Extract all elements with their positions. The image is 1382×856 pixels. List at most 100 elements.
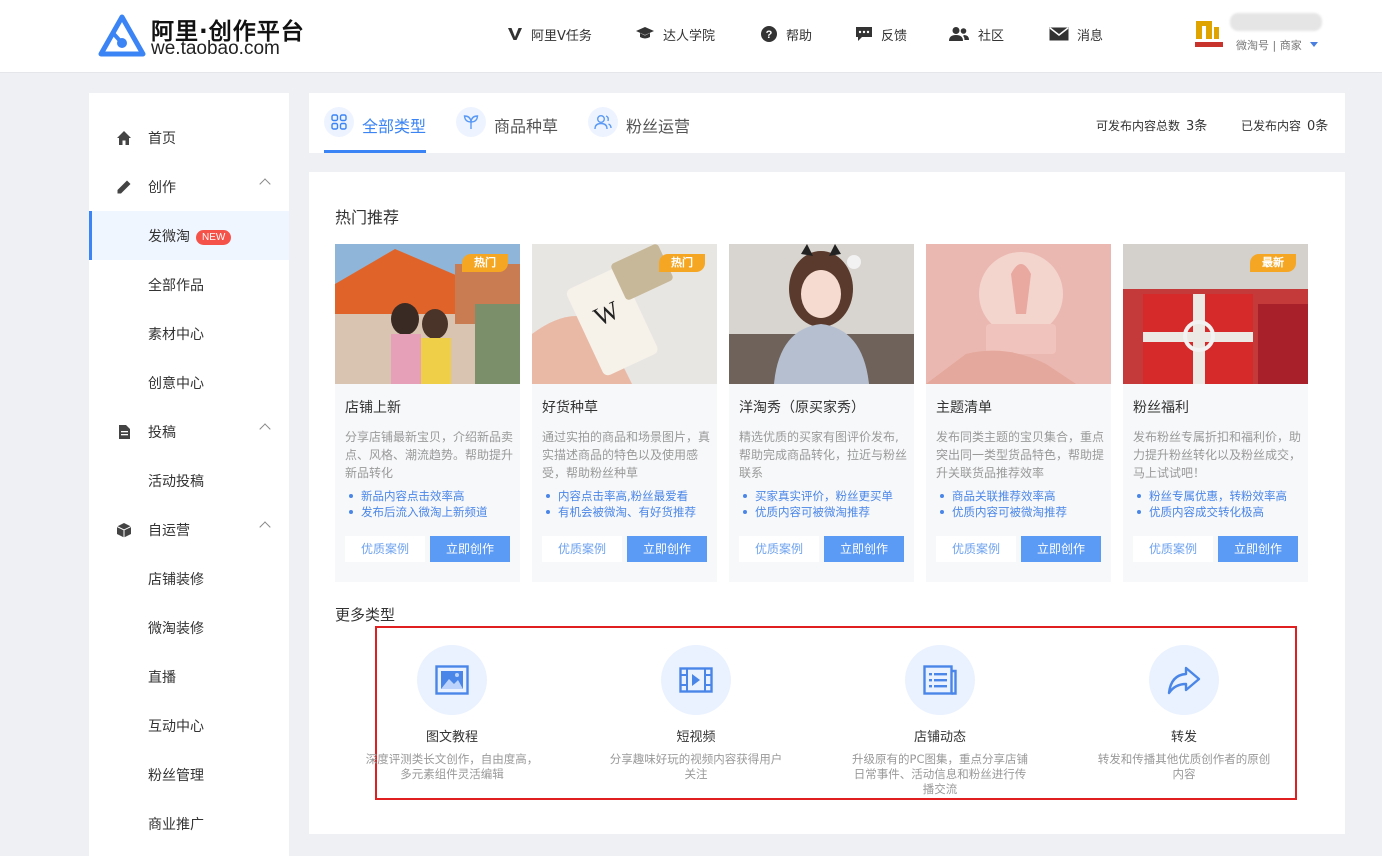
main-panel: 热门推荐 热门 店铺上新 分享店铺最新宝贝，介绍新品卖点、风格、潮流趋势。帮助提… [309, 172, 1345, 834]
card-bullets: 内容点击率高,粉丝最爱看 有机会被微淘、有好货推荐 [542, 488, 714, 520]
card-image: 热门 [335, 244, 520, 384]
nav-item-messages[interactable]: 消息 [1049, 22, 1103, 46]
card-bullet: 优质内容成交转化极高 [1133, 504, 1305, 520]
logo[interactable]: 阿里·创作平台 we.taobao.com [98, 12, 304, 60]
sidebar-item-create[interactable]: 创作 [89, 162, 289, 211]
user-name-redacted [1230, 13, 1322, 31]
card-description: 通过实拍的商品和场景图片，真实描述商品的特色以及使用感受，帮助粉丝种草 [542, 430, 711, 480]
card-bullets: 新品内容点击效率高 发布后流入微淘上新频道 [345, 488, 517, 520]
chevron-up-icon [259, 178, 271, 190]
chevron-up-icon [259, 521, 271, 533]
quality-case-button[interactable]: 优质案例 [739, 536, 819, 562]
box-icon [116, 523, 132, 538]
svg-text:?: ? [766, 29, 773, 41]
card-title: 洋淘秀（原买家秀） [739, 400, 865, 416]
document-icon [119, 425, 130, 439]
more-item-description: 深度评测类长文创作，自由度高，多元素组件灵活编辑 [365, 752, 539, 781]
more-item-image-tutorial[interactable]: 图文教程 深度评测类长文创作，自由度高，多元素组件灵活编辑 [352, 628, 552, 798]
card-fans-welfare: 最新 粉丝福利 发布粉丝专属折扣和福利价，助力提升粉丝转化以及粉丝成交，马上试试… [1123, 244, 1308, 582]
video-icon [661, 645, 731, 715]
sidebar-item-interaction-center[interactable]: 互动中心 [89, 701, 289, 750]
sidebar-item-weitao-decor[interactable]: 微淘装修 [89, 603, 289, 652]
sidebar-item-submit[interactable]: 投稿 [89, 407, 289, 456]
card-bullet: 有机会被微淘、有好货推荐 [542, 504, 714, 520]
quality-case-button[interactable]: 优质案例 [345, 536, 425, 562]
nav-label: 反馈 [881, 28, 908, 44]
sidebar: 首页 创作 发微淘 NEW 全部作品 素材中心 创意中心 投稿 活动投稿 自运营 … [89, 93, 289, 856]
more-item-short-video[interactable]: 短视频 分享趣味好玩的视频内容获得用户关注 [596, 628, 796, 798]
v-icon [508, 28, 522, 40]
users-icon [588, 107, 618, 137]
card-buyer-show: 洋淘秀（原买家秀） 精选优质的买家有图评价发布,帮助完成商品转化，拉近与粉丝联系… [729, 244, 914, 582]
create-now-button[interactable]: 立即创作 [1021, 536, 1101, 562]
nav-item-help[interactable]: ? 帮助 [760, 22, 812, 46]
sidebar-item-fans-management[interactable]: 粉丝管理 [89, 750, 289, 799]
sidebar-item-creative-center[interactable]: 创意中心 [89, 358, 289, 407]
create-now-button[interactable]: 立即创作 [430, 536, 510, 562]
type-tabs-bar: 全部类型 商品种草 粉丝运营 可发布内容总数 3条 已发布内容 0条 [309, 93, 1345, 153]
tab-all-types[interactable]: 全部类型 [324, 107, 426, 153]
top-header: 阿里·创作平台 we.taobao.com 阿里V任务 达人学院 ? 帮助 反馈… [0, 0, 1382, 73]
nav-label: 社区 [978, 28, 1005, 44]
sidebar-item-material-center[interactable]: 素材中心 [89, 309, 289, 358]
quality-case-button[interactable]: 优质案例 [542, 536, 622, 562]
nav-item-v-task[interactable]: 阿里V任务 [507, 22, 592, 46]
sidebar-item-home[interactable]: 首页 [89, 113, 289, 162]
publishable-count: 可发布内容总数 3条 [1096, 115, 1207, 134]
graduation-cap-icon [636, 27, 654, 39]
more-item-shop-dynamic[interactable]: 店铺动态 升级原有的PC图集，重点分享店铺日常事件、活动信息和粉丝进行传播交流 [840, 628, 1040, 798]
share-icon [1149, 645, 1219, 715]
sidebar-item-activity-submit[interactable]: 活动投稿 [89, 456, 289, 505]
pencil-icon [117, 180, 131, 194]
tab-label: 粉丝运营 [626, 117, 691, 136]
sidebar-item-shop-decor[interactable]: 店铺装修 [89, 554, 289, 603]
card-description: 发布同类主题的宝贝集合，重点突出同一类型货品特色，帮助提升关联货品推荐效率 [936, 430, 1105, 480]
sidebar-item-self-operation[interactable]: 自运营 [89, 505, 289, 554]
quality-case-button[interactable]: 优质案例 [936, 536, 1016, 562]
grid-icon [324, 107, 354, 137]
user-menu[interactable]: 微淘号 | 商家 [1193, 13, 1333, 59]
sidebar-subitem-text: 发微淘 NEW [148, 226, 232, 246]
card-bullets: 买家真实评价，粉丝更买单 优质内容可被微淘推荐 [739, 488, 911, 520]
logo-subtitle: we.taobao.com [151, 38, 280, 59]
sidebar-item-label: 微淘装修 [148, 621, 204, 637]
published-count: 已发布内容 0条 [1241, 115, 1328, 134]
sidebar-item-post-weitao[interactable]: 发微淘 NEW [89, 211, 289, 260]
card-bullet: 新品内容点击效率高 [345, 488, 517, 504]
sidebar-item-label: 发微淘 [148, 229, 190, 245]
create-now-button[interactable]: 立即创作 [1218, 536, 1298, 562]
logo-mark-icon [98, 14, 146, 57]
card-title: 店铺上新 [345, 400, 401, 416]
sidebar-item-label: 素材中心 [148, 327, 204, 343]
chevron-down-icon[interactable] [1310, 42, 1318, 47]
avatar [1193, 17, 1225, 53]
feedback-icon [856, 27, 872, 41]
sidebar-item-label: 创作 [148, 180, 176, 196]
card-tag: 热门 [462, 254, 508, 272]
card-bullets: 粉丝专属优惠，转粉效率高 优质内容成交转化极高 [1133, 488, 1305, 520]
nav-item-academy[interactable]: 达人学院 [635, 22, 715, 46]
quality-case-button[interactable]: 优质案例 [1133, 536, 1213, 562]
sidebar-item-label: 直播 [148, 670, 176, 686]
chevron-up-icon [259, 423, 271, 435]
sidebar-item-live[interactable]: 直播 [89, 652, 289, 701]
create-now-button[interactable]: 立即创作 [824, 536, 904, 562]
tab-fans-operation[interactable]: 粉丝运营 [588, 107, 690, 153]
card-description: 精选优质的买家有图评价发布,帮助完成商品转化，拉近与粉丝联系 [739, 430, 908, 480]
sidebar-item-label: 活动投稿 [148, 474, 204, 490]
tab-product-seeding[interactable]: 商品种草 [456, 107, 558, 153]
sidebar-item-label: 店铺装修 [148, 572, 204, 588]
sidebar-item-label: 商业推广 [148, 817, 204, 833]
sidebar-item-business-promo[interactable]: 商业推广 [89, 799, 289, 848]
card-bullet: 商品关联推荐效率高 [936, 488, 1108, 504]
card-bullet: 优质内容可被微淘推荐 [936, 504, 1108, 520]
nav-item-community[interactable]: 社区 [948, 22, 1004, 46]
create-now-button[interactable]: 立即创作 [627, 536, 707, 562]
nav-label: 达人学院 [663, 28, 716, 44]
nav-item-feedback[interactable]: 反馈 [855, 22, 907, 46]
image-icon [417, 645, 487, 715]
sidebar-item-label: 创意中心 [148, 376, 204, 392]
card-bullet: 内容点击率高,粉丝最爱看 [542, 488, 714, 504]
sidebar-item-all-works[interactable]: 全部作品 [89, 260, 289, 309]
more-item-forward[interactable]: 转发 转发和传播其他优质创作者的原创内容 [1084, 628, 1284, 798]
